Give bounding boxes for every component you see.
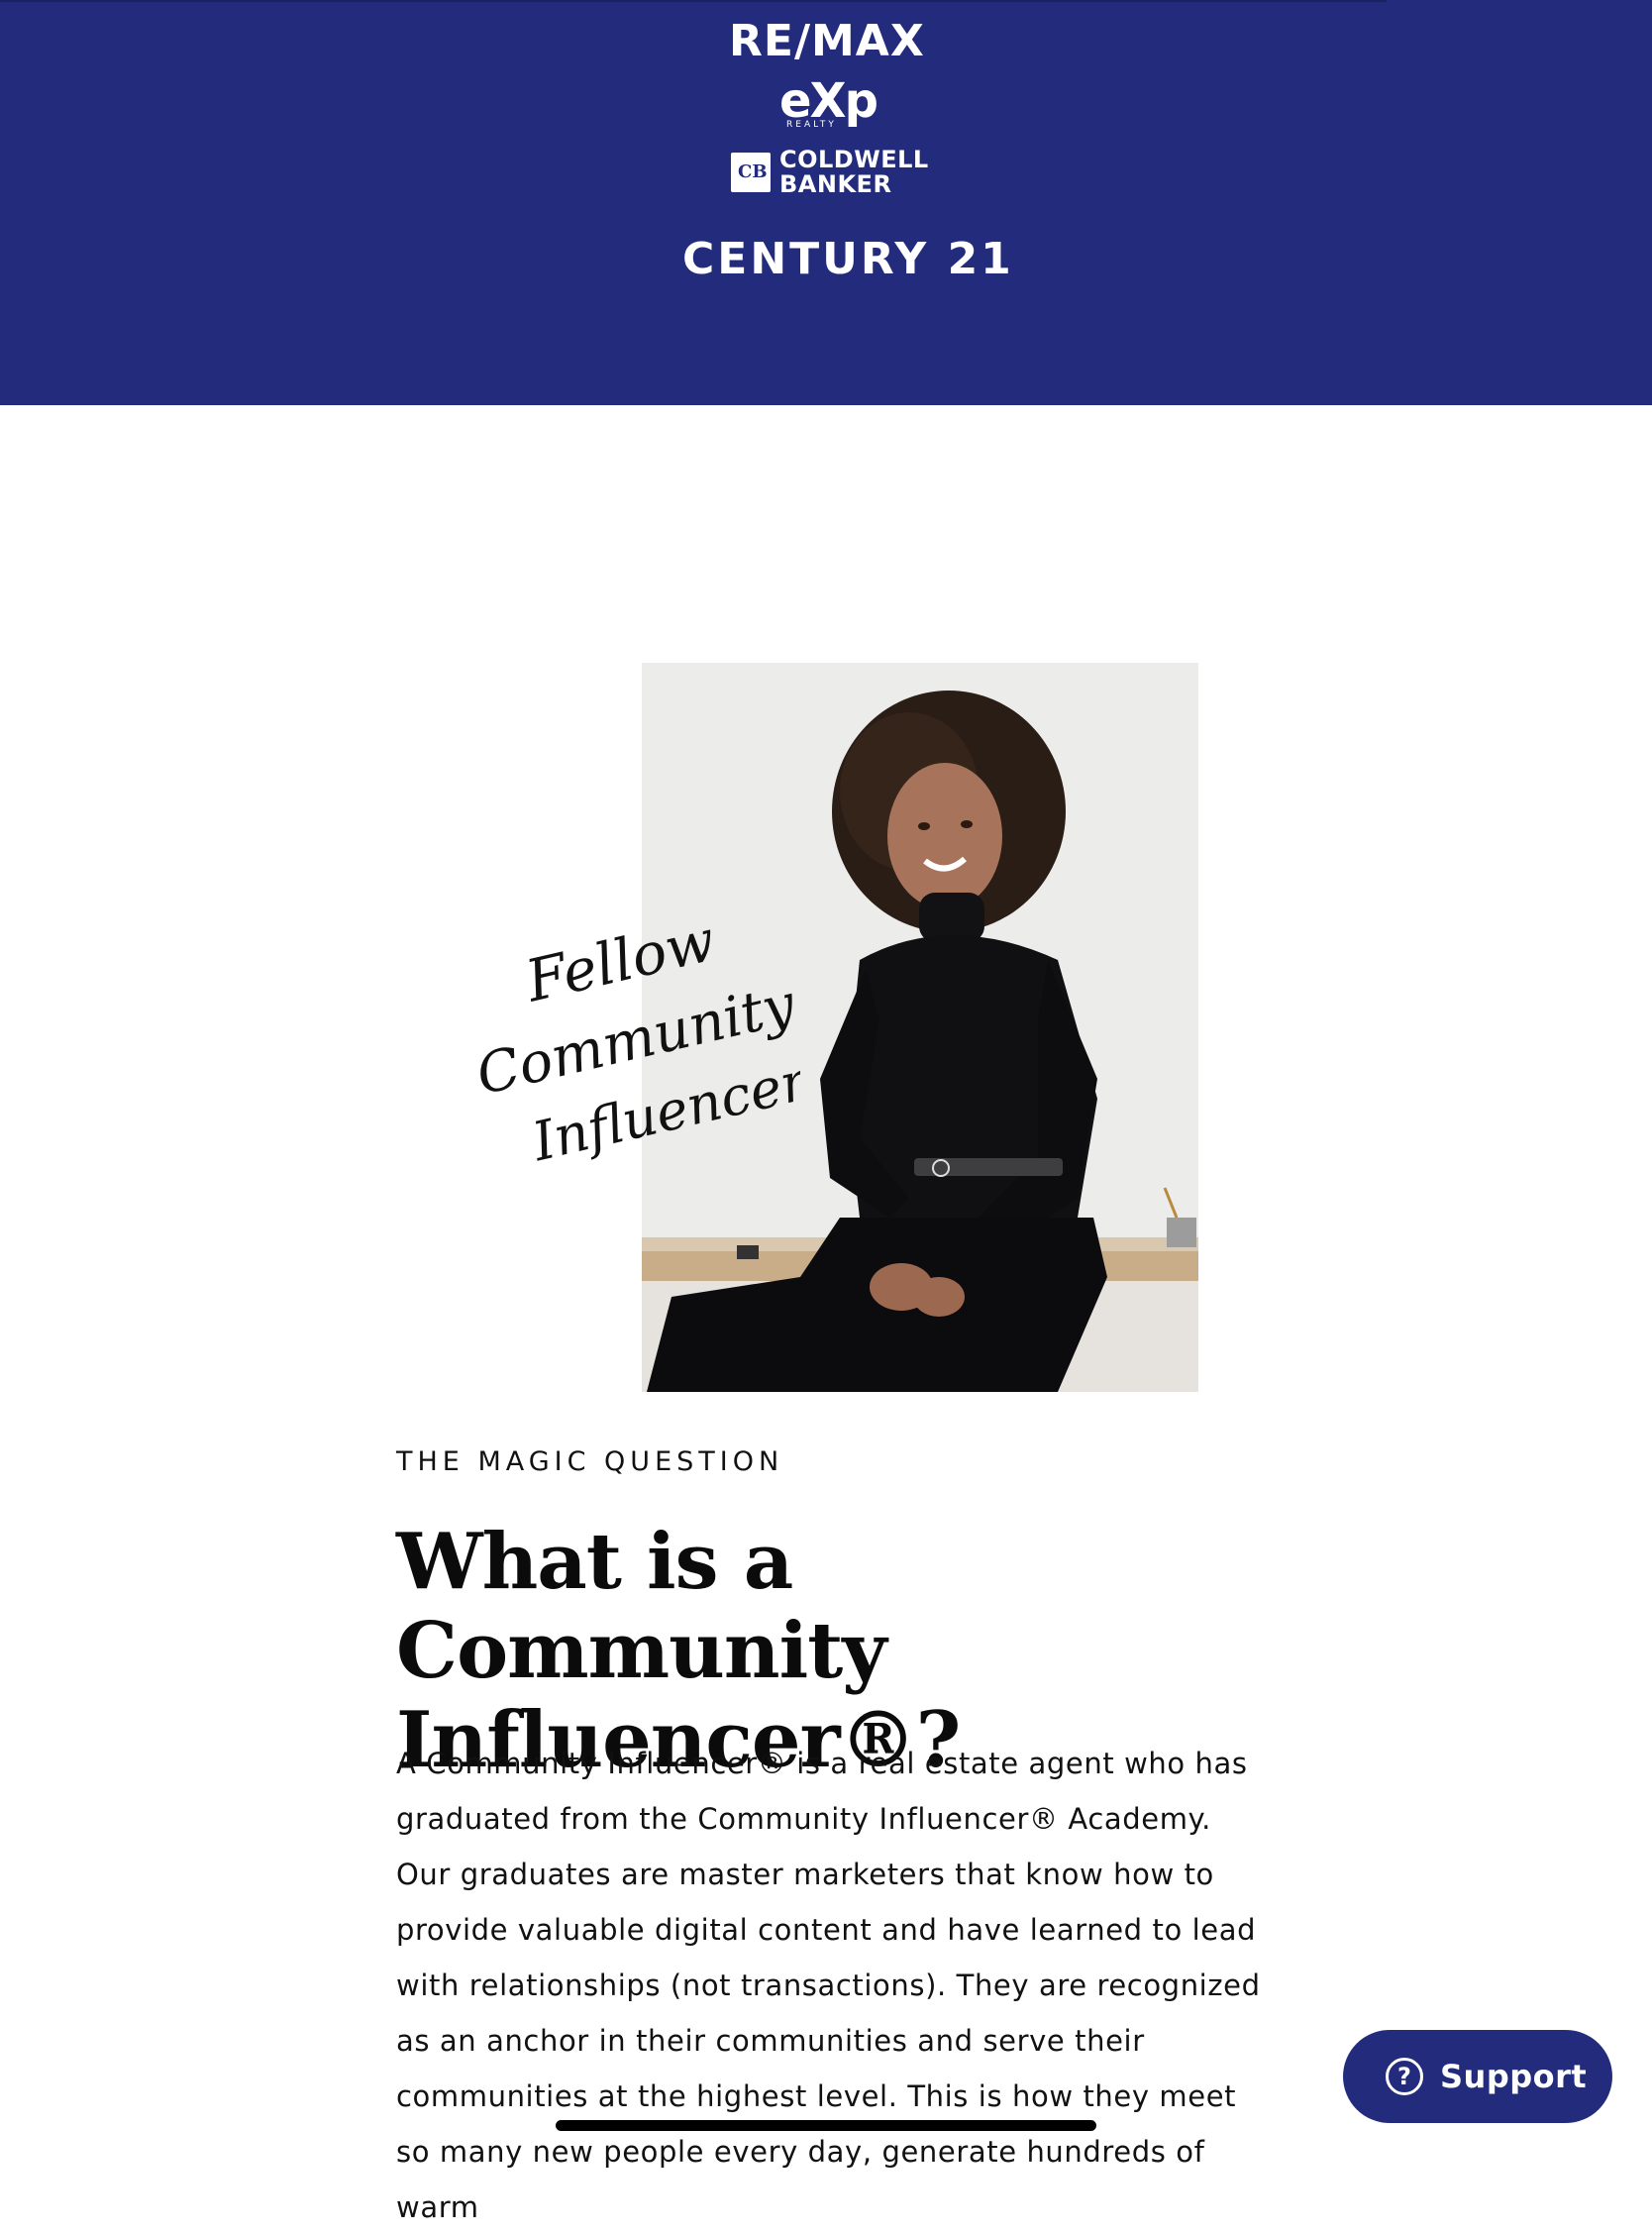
coldwell-banker-line2: BANKER [779,170,892,198]
remax-logo: RE/MAX [729,16,925,66]
coldwell-banker-mark-icon: CB [731,153,771,192]
support-label: Support [1440,2058,1588,2095]
question-circle-icon: ? [1386,2058,1423,2095]
support-button[interactable]: ? Support [1343,2030,1612,2123]
intro-paragraph: A Community Influencer® is a real estate… [396,1747,1261,2224]
section-eyebrow: THE MAGIC QUESTION [396,1446,784,1477]
exp-realty-sublabel: REALTY [786,120,837,130]
exp-realty-logo: eXp [779,73,878,129]
coldwell-banker-line1: COLDWELL [779,146,929,173]
brokerage-logo-banner: RE/MAX eXp REALTY CB COLDWELL BANKER CEN… [0,0,1652,405]
century21-logo: CENTURY 21 [682,234,1014,284]
headline-line1: What is a Community [396,1517,887,1696]
coldwell-banker-logo: COLDWELL BANKER [779,148,929,197]
home-indicator[interactable] [556,2120,1096,2131]
top-divider [0,0,1387,2]
fellow-community-influencer-script: Fellow Community Influencer [473,909,800,1167]
